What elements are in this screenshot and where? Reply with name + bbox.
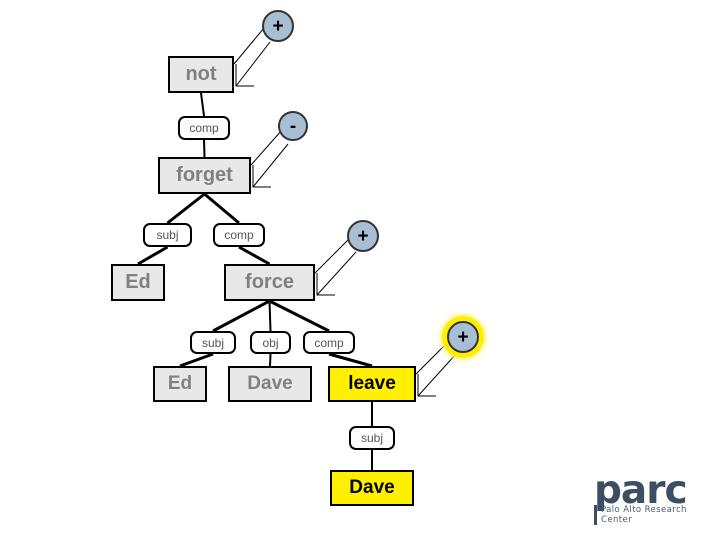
edge-e-comp3-leave [328,352,373,368]
tree-node-label: force [245,271,294,293]
tree-node-dave2[interactable]: Dave [330,470,414,506]
badge-not-plus-icon[interactable]: + [262,10,294,42]
callout-leave [415,339,457,397]
tree-node-ed2[interactable]: Ed [153,366,207,402]
diagram-canvas: not forget Ed force Ed Dave leave Dave comp subj c… [0,0,720,540]
edge-e-obj1-dave1 [269,353,272,367]
badge-symbol: + [272,15,284,37]
callout-forget [250,129,289,188]
relation-label-subj2[interactable]: subj [190,331,236,354]
edge-e-forget-comp2 [203,192,240,225]
relation-label-label: comp [314,335,344,350]
relation-label-comp3[interactable]: comp [303,331,355,354]
relation-label-comp1[interactable]: comp [178,116,230,140]
edge-e-force-comp3 [268,299,330,333]
tree-node-label: Dave [349,477,395,498]
tree-node-label: Dave [247,373,293,394]
edge-e-force-subj2 [212,299,271,333]
tree-node-label: Ed [167,373,193,394]
edge-e-not-comp1 [200,92,205,117]
relation-label-subj1[interactable]: subj [143,223,192,247]
badge-force-plus-icon[interactable]: + [347,220,379,252]
tree-node-ed1[interactable]: Ed [111,264,165,301]
badge-forget-minus-icon[interactable]: - [278,111,308,141]
tree-node-not[interactable]: not [168,56,234,93]
relation-label-label: subj [201,335,224,350]
relation-label-label: subj [360,431,383,445]
edge-e-force-obj1 [268,300,272,332]
parc-logo: parc Palo Alto Research Center [594,468,720,525]
tree-node-leave[interactable]: leave [328,366,416,402]
parc-tagline: Palo Alto Research Center [594,505,720,525]
edge-e-subj2-ed2 [179,352,214,368]
tree-node-dave1[interactable]: Dave [228,366,312,402]
parc-wordmark: parc [594,468,688,513]
tree-node-label: forget [176,164,233,186]
tree-node-force[interactable]: force [224,264,315,301]
badge-symbol: + [457,326,469,348]
edge-e-comp1-forget [203,139,206,158]
edge-e-comp2-force [238,245,271,266]
edge-layer [137,27,457,470]
badge-leave-plus-icon[interactable]: + [447,321,479,353]
relation-label-comp2[interactable]: comp [213,223,265,247]
relation-label-label: obj [262,335,279,350]
relation-label-label: subj [156,228,179,242]
relation-label-obj1[interactable]: obj [250,331,291,354]
relation-label-label: comp [189,121,219,135]
callout-force [314,237,357,296]
relation-label-label: comp [224,228,254,242]
badge-symbol: + [357,225,369,247]
callout-not [233,27,271,87]
edge-e-forget-subj1 [166,192,206,225]
relation-label-subj3[interactable]: subj [349,426,395,450]
tree-node-label: leave [348,373,396,394]
badge-symbol: - [289,115,297,137]
tree-node-forget[interactable]: forget [158,157,251,194]
tree-node-label: not [185,63,217,85]
edge-e-subj1-ed1 [137,245,169,266]
tree-node-label: Ed [125,271,151,293]
